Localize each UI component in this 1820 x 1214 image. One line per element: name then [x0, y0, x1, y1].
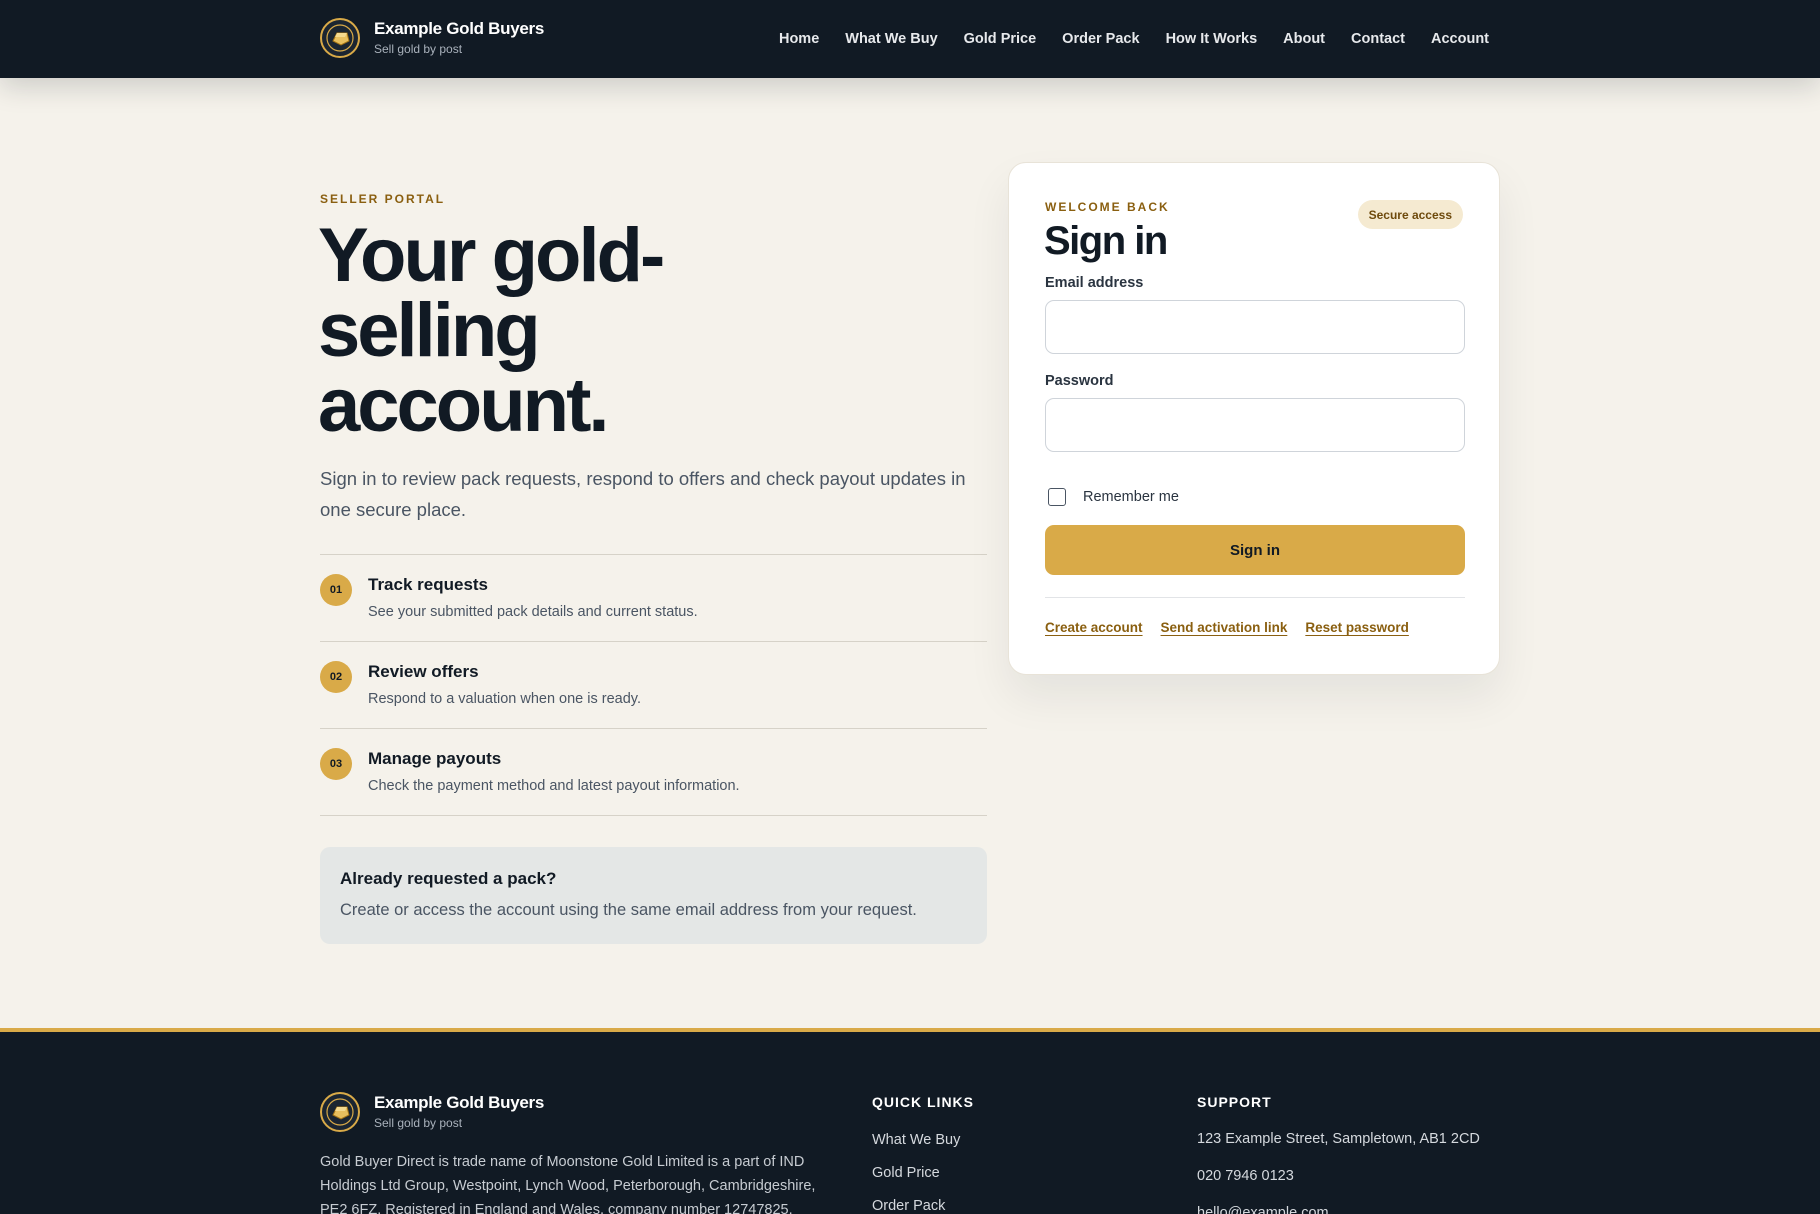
nav-item-order-pack[interactable]: Order Pack: [1062, 31, 1139, 47]
nav-item-contact[interactable]: Contact: [1351, 31, 1405, 47]
page-title: Your gold-selling account.: [318, 213, 665, 448]
footer-link-gold-price[interactable]: Gold Price: [872, 1165, 960, 1198]
brand-tagline: Sell gold by post: [374, 1116, 463, 1130]
nav-item-home[interactable]: Home: [779, 31, 819, 47]
card-eyebrow: WELCOME BACK: [1045, 200, 1170, 214]
support-phone[interactable]: 020 7946 0123: [1197, 1168, 1480, 1205]
nav-item-gold-price[interactable]: Gold Price: [964, 31, 1037, 47]
footer-link-what-we-buy[interactable]: What We Buy: [872, 1132, 960, 1165]
hero-lead: Sign in to review pack requests, respond…: [320, 468, 966, 520]
step-number-badge: 01: [320, 574, 352, 606]
gold-bar-logo-icon: [320, 1092, 360, 1132]
password-label: Password: [1045, 373, 1114, 389]
site-footer: Example Gold Buyers Sell gold by post Go…: [0, 1028, 1820, 1214]
feature-title: Manage payouts: [368, 749, 502, 768]
feature-item: 01 Track requests See your submitted pac…: [320, 555, 987, 642]
email-label: Email address: [1045, 275, 1144, 291]
signin-card: WELCOME BACK Sign in Secure access Email…: [1008, 162, 1500, 675]
sign-in-button[interactable]: Sign in: [1045, 525, 1465, 575]
account-links: Create account Send activation link Rese…: [1045, 620, 1427, 635]
feature-list: 01 Track requests See your submitted pac…: [320, 554, 987, 816]
reset-password-link[interactable]: Reset password: [1305, 620, 1409, 635]
feature-title: Review offers: [368, 662, 479, 681]
callout-title: Already requested a pack?: [340, 869, 557, 888]
nav-item-how-it-works[interactable]: How It Works: [1166, 31, 1258, 47]
remember-me-row[interactable]: Remember me: [1048, 488, 1179, 506]
support-address: 123 Example Street, Sampletown, AB1 2CD: [1197, 1131, 1480, 1147]
feature-item: 03 Manage payouts Check the payment meth…: [320, 729, 987, 816]
step-number-badge: 02: [320, 661, 352, 693]
email-field[interactable]: [1045, 300, 1465, 354]
hero-eyebrow: SELLER PORTAL: [320, 192, 446, 206]
step-number-badge: 03: [320, 748, 352, 780]
support-heading: SUPPORT: [1197, 1094, 1272, 1110]
brand-name: Example Gold Buyers: [374, 1093, 545, 1112]
site-header: Example Gold Buyers Sell gold by post Ho…: [0, 0, 1820, 78]
header-brand[interactable]: Example Gold Buyers Sell gold by post: [320, 18, 544, 58]
feature-description: See your submitted pack details and curr…: [368, 604, 698, 620]
signin-title: Sign in: [1044, 219, 1168, 263]
footer-brand[interactable]: Example Gold Buyers Sell gold by post: [320, 1092, 544, 1132]
support-email[interactable]: hello@example.com: [1197, 1205, 1480, 1214]
feature-description: Respond to a valuation when one is ready…: [368, 691, 641, 707]
support-list: 123 Example Street, Sampletown, AB1 2CD …: [1197, 1131, 1480, 1214]
main-nav: Home What We Buy Gold Price Order Pack H…: [753, 0, 1489, 78]
create-account-link[interactable]: Create account: [1045, 620, 1143, 635]
nav-item-what-we-buy[interactable]: What We Buy: [845, 31, 937, 47]
quick-links-heading: QUICK LINKS: [872, 1094, 974, 1110]
footer-company-info: Gold Buyer Direct is trade name of Moons…: [320, 1154, 816, 1214]
brand-name: Example Gold Buyers: [374, 19, 545, 38]
send-activation-link[interactable]: Send activation link: [1161, 620, 1288, 635]
feature-title: Track requests: [368, 575, 489, 594]
gold-bar-logo-icon: [320, 18, 360, 58]
nav-item-account[interactable]: Account: [1431, 31, 1489, 47]
feature-item: 02 Review offers Respond to a valuation …: [320, 642, 987, 729]
footer-link-order-pack[interactable]: Order Pack: [872, 1198, 960, 1214]
secure-access-badge: Secure access: [1357, 200, 1463, 229]
quick-links-list: What We Buy Gold Price Order Pack: [872, 1132, 960, 1214]
remember-me-checkbox[interactable]: [1048, 488, 1066, 506]
remember-me-label[interactable]: Remember me: [1083, 489, 1179, 505]
feature-description: Check the payment method and latest payo…: [368, 778, 740, 794]
callout-text: Create or access the account using the s…: [340, 901, 917, 919]
password-field[interactable]: [1045, 398, 1465, 452]
card-divider: [1045, 597, 1465, 598]
pack-request-callout: Already requested a pack? Create or acce…: [320, 847, 987, 944]
nav-item-about[interactable]: About: [1283, 31, 1325, 47]
brand-tagline: Sell gold by post: [374, 42, 463, 56]
